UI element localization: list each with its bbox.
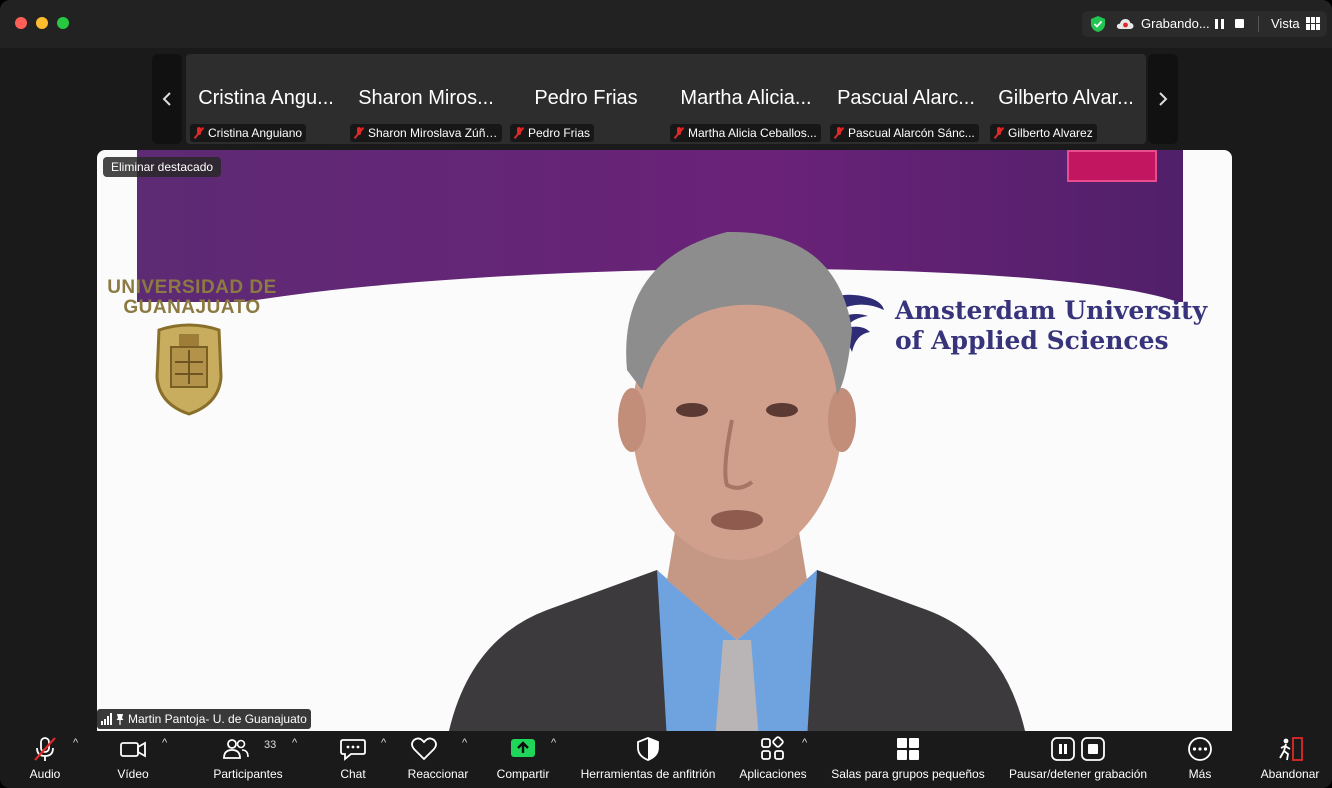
participant-name-label: Pascual Alarcón Sánc... <box>830 124 979 142</box>
muted-microphone-icon <box>34 737 56 761</box>
participants-count: 33 <box>264 739 277 751</box>
participants-options-caret-icon[interactable]: ^ <box>292 737 297 749</box>
chat-button[interactable]: Chat <box>328 731 378 788</box>
participant-name-label: Cristina Anguiano <box>190 124 307 142</box>
participant-name-label: Martha Alicia Ceballos... <box>670 124 821 142</box>
participant-tile[interactable]: Sharon Miros... Sharon Miroslava Zúñi... <box>346 54 506 144</box>
minimize-window-button[interactable] <box>36 17 48 29</box>
muted-mic-icon <box>834 127 844 139</box>
signal-strength-icon <box>101 713 112 725</box>
muted-mic-icon <box>194 127 204 139</box>
next-page-button[interactable] <box>1148 54 1178 144</box>
title-bar: Grabando... Vista <box>0 0 1332 48</box>
speaker-name-label: Martin Pantoja- U. de Guanajuato <box>97 709 311 729</box>
participant-strip: Cristina Angu... Cristina Anguiano Sharo… <box>152 54 1180 144</box>
apps-options-caret-icon[interactable]: ^ <box>802 737 807 749</box>
previous-page-button[interactable] <box>152 54 182 144</box>
divider <box>1258 16 1259 32</box>
spotlight-video[interactable]: UNIVERSIDAD DE GUANAJUATO Amsterdam Univ… <box>97 150 1232 731</box>
more-button[interactable]: Más <box>1175 731 1225 788</box>
react-button[interactable]: Reaccionar <box>408 731 468 788</box>
remove-spotlight-button[interactable]: Eliminar destacado <box>103 157 222 177</box>
security-shield-icon <box>637 737 659 761</box>
zoom-window: Grabando... Vista Cristina Angu... Crist… <box>0 0 1332 788</box>
share-screen-button[interactable]: Compartir <box>497 731 549 788</box>
maximize-window-button[interactable] <box>57 17 69 29</box>
participant-tile[interactable]: Cristina Angu... Cristina Anguiano <box>186 54 346 144</box>
participant-tile[interactable]: Pedro Frias Pedro Frias <box>506 54 666 144</box>
participant-name-label: Sharon Miroslava Zúñi... <box>350 124 502 142</box>
participant-display-name: Gilberto Alvar... <box>998 87 1134 109</box>
participant-display-name: Pascual Alarc... <box>837 87 975 109</box>
apps-button[interactable]: Aplicaciones <box>739 731 807 788</box>
background-pink-block <box>1067 150 1157 182</box>
speaker-name: Martin Pantoja- U. de Guanajuato <box>128 712 307 726</box>
chat-bubble-icon <box>340 739 366 761</box>
share-options-caret-icon[interactable]: ^ <box>551 737 556 749</box>
participant-tile[interactable]: Pascual Alarc... Pascual Alarcón Sánc... <box>826 54 986 144</box>
chevron-left-icon <box>162 92 171 106</box>
muted-mic-icon <box>354 127 364 139</box>
participant-display-name: Sharon Miros... <box>358 87 494 109</box>
speaker-video-person <box>449 231 1025 731</box>
stop-recording-icon[interactable] <box>1235 19 1244 28</box>
pause-stop-recording-button[interactable]: Pausar/detener grabación <box>1009 731 1147 788</box>
video-camera-icon <box>120 741 146 758</box>
participant-display-name: Pedro Frias <box>534 87 638 109</box>
recording-status-bar: Grabando... Vista <box>1082 11 1327 37</box>
participant-name-label: Gilberto Alvarez <box>990 124 1097 142</box>
breakout-rooms-icon <box>897 738 919 760</box>
participant-display-name: Martha Alicia... <box>680 87 812 109</box>
participants-button[interactable]: 33 Participantes <box>213 731 282 788</box>
ug-crest-logo <box>155 323 223 416</box>
recording-label: Grabando... <box>1141 16 1210 31</box>
pause-recording-icon[interactable] <box>1215 19 1224 29</box>
heart-icon <box>411 737 437 761</box>
chat-options-caret-icon[interactable]: ^ <box>381 737 386 749</box>
breakout-rooms-button[interactable]: Salas para grupos pequeños <box>831 731 985 788</box>
grid-view-icon[interactable] <box>1306 17 1320 30</box>
audio-options-caret-icon[interactable]: ^ <box>73 737 78 749</box>
pin-icon <box>116 714 124 725</box>
view-button[interactable]: Vista <box>1271 16 1300 31</box>
video-options-caret-icon[interactable]: ^ <box>162 737 167 749</box>
more-options-icon <box>1188 737 1212 761</box>
participant-tile[interactable]: Gilberto Alvar... Gilberto Alvarez <box>986 54 1146 144</box>
participants-icon <box>223 739 249 759</box>
cloud-recording-icon <box>1116 19 1134 29</box>
encryption-shield-icon[interactable] <box>1090 15 1106 33</box>
participant-tile[interactable]: Martha Alicia... Martha Alicia Ceballos.… <box>666 54 826 144</box>
participant-display-name: Cristina Angu... <box>198 87 334 109</box>
leave-meeting-button[interactable]: Abandonar <box>1261 731 1319 788</box>
video-button[interactable]: Vídeo <box>108 731 158 788</box>
participant-name-label: Pedro Frias <box>510 124 595 142</box>
react-options-caret-icon[interactable]: ^ <box>462 737 467 749</box>
muted-mic-icon <box>514 127 524 139</box>
leave-door-icon <box>1279 737 1303 761</box>
host-tools-button[interactable]: Herramientas de anfitrión <box>581 731 715 788</box>
audio-button[interactable]: Audio <box>20 731 70 788</box>
close-window-button[interactable] <box>15 17 27 29</box>
chevron-right-icon <box>1159 92 1168 106</box>
muted-mic-icon <box>674 127 684 139</box>
participant-tiles: Cristina Angu... Cristina Anguiano Sharo… <box>186 54 1146 144</box>
ug-logo-text: UNIVERSIDAD DE GUANAJUATO <box>107 277 277 318</box>
meeting-toolbar: Audio ^ Vídeo ^ 33 Participantes ^ Chat … <box>0 731 1332 788</box>
muted-mic-icon <box>994 127 1004 139</box>
apps-icon <box>761 736 784 760</box>
share-screen-icon <box>511 739 535 757</box>
pause-stop-recording-icon <box>1051 737 1105 761</box>
